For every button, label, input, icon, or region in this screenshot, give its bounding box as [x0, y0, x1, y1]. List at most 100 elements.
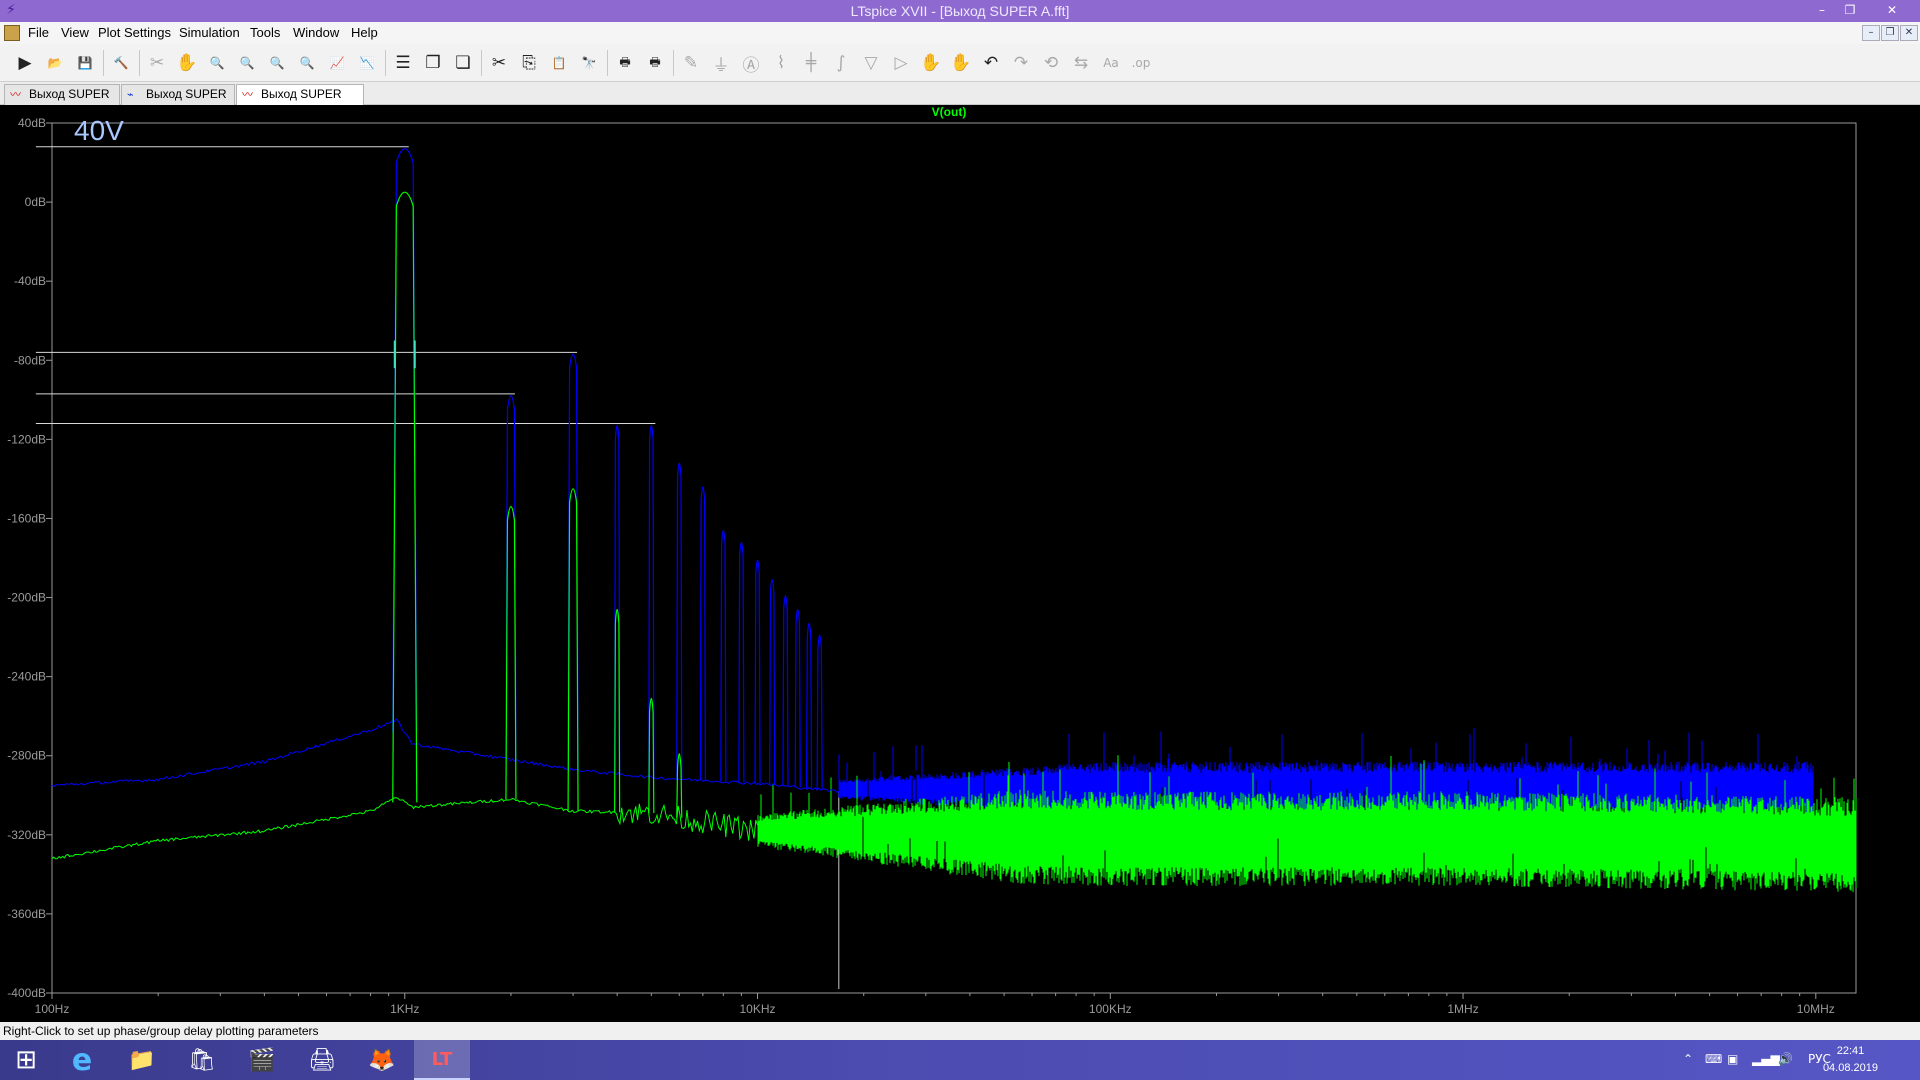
toolbar-separator	[673, 50, 674, 76]
autoscale-icon[interactable]: 📉	[354, 50, 380, 76]
redo-icon[interactable]: ↷	[1008, 50, 1034, 76]
tab-fft[interactable]: 〰 Выход SUPER A.fft	[236, 84, 364, 120]
y-tick-label: -40dB	[14, 274, 46, 288]
close-button[interactable]: ✕	[1872, 0, 1912, 20]
media-icon[interactable]: 🎬	[234, 1040, 290, 1080]
blue-harmonic-peak	[720, 529, 727, 782]
draw-wire-icon[interactable]: ✎	[678, 50, 704, 76]
minimize-button[interactable]: –	[1808, 0, 1836, 20]
y-tick-label: -360dB	[7, 907, 46, 921]
save-icon[interactable]: 💾	[72, 50, 98, 76]
waveform-icon: 〰	[242, 88, 253, 101]
toolbar-separator	[607, 50, 608, 76]
diode-icon[interactable]: ▽	[858, 50, 884, 76]
y-tick-label: 40dB	[18, 116, 46, 130]
menu-plot-settings[interactable]: Plot Settings	[98, 25, 171, 40]
copy-icon[interactable]: ⎘	[516, 50, 542, 76]
y-tick-label: -80dB	[14, 353, 46, 367]
volume-icon[interactable]: 🔊	[1778, 1052, 1793, 1066]
blue-harmonic-peak	[699, 486, 706, 781]
clock-date: 04.08.2019	[1822, 1062, 1878, 1074]
menu-help[interactable]: Help	[351, 25, 378, 40]
waveform-plot-pane[interactable]: 40dB 0dB -40dB -80dB -120dB -160dB -200dB -240d…	[0, 105, 1920, 1022]
paste-icon[interactable]: 📋	[546, 50, 572, 76]
mirror-icon[interactable]: ⇆	[1068, 50, 1094, 76]
print-icon[interactable]: 🖶	[612, 50, 638, 76]
undo-icon[interactable]: ↶	[978, 50, 1004, 76]
file-explorer-icon[interactable]: 📁	[114, 1040, 170, 1080]
tile-vertical-icon[interactable]: ❏	[450, 50, 476, 76]
cut-icon[interactable]: ✂	[486, 50, 512, 76]
rotate-icon[interactable]: ⟲	[1038, 50, 1064, 76]
x-tick-label: 100KHz	[1089, 1002, 1132, 1016]
clock[interactable]: 22:41 04.08.2019	[1823, 1043, 1878, 1077]
component-icon[interactable]: ▷	[888, 50, 914, 76]
autorange-icon[interactable]: 📈	[324, 50, 350, 76]
halt-icon[interactable]: ✂	[144, 50, 170, 76]
status-text: Right-Click to set up phase/group delay …	[3, 1024, 319, 1038]
windows-taskbar: ⊞ e 📁 🛍 🎬 🖨 🦊 LT ⌃ ⌨ ▣ ▂▄▆ 🔊 РУС 22:41 04.08.2…	[0, 1040, 1920, 1080]
menu-simulation[interactable]: Simulation	[179, 25, 240, 40]
spice-directive-icon[interactable]: .op	[1128, 50, 1154, 76]
x-tick-label: 1MHz	[1447, 1002, 1478, 1016]
zoom-out-icon[interactable]: 🔍	[264, 50, 290, 76]
y-tick-label: -160dB	[7, 511, 46, 525]
document-menu-icon[interactable]	[4, 25, 20, 41]
y-tick-label: -120dB	[7, 432, 46, 446]
blue-harmonic-peak	[816, 634, 823, 790]
zoom-area-icon[interactable]: 🔍	[234, 50, 260, 76]
menu-tools[interactable]: Tools	[250, 25, 280, 40]
blue-harmonic-peak	[676, 462, 683, 780]
ie-icon[interactable]: e	[54, 1040, 110, 1080]
cascade-icon[interactable]: ❐	[420, 50, 446, 76]
open-icon[interactable]: 📂	[42, 50, 68, 76]
x-tick-label: 10KHz	[740, 1002, 776, 1016]
tab-waveform-1[interactable]: 〰 Выход SUPER A	[4, 84, 120, 120]
zoom-in-icon[interactable]: 🔍	[204, 50, 230, 76]
menu-window[interactable]: Window	[293, 25, 339, 40]
text-icon[interactable]: Aa	[1098, 50, 1124, 76]
device-icon[interactable]: ▣	[1727, 1052, 1738, 1066]
menu-file[interactable]: File	[28, 25, 49, 40]
start-button[interactable]: ⊞	[0, 1040, 52, 1080]
blue-harmonic-peak	[754, 559, 761, 784]
mdi-restore-button[interactable]: ❐	[1881, 25, 1899, 41]
capacitor-icon[interactable]: ╪	[798, 50, 824, 76]
ground-icon[interactable]: ⏚	[708, 50, 734, 76]
toolbar-separator	[103, 50, 104, 76]
x-tick-label: 1KHz	[390, 1002, 419, 1016]
menu-bar: File View Plot Settings Simulation Tools…	[0, 22, 1920, 44]
toolbar: ▶ 📂 💾 🔨 ✂ ✋ 🔍 🔍 🔍 🔍 📈 📉 ☰ ❐ ❏ ✂ ⎘ 📋 🔭 🖶 🖶 ✎ ⏚ Ⓐ ⌇ ╪ ∫ ▽ ▷ ✋ ✋ ↶ ↷ ⟲ ⇆ Aa .op	[0, 44, 1920, 82]
run-icon[interactable]: ▶	[12, 50, 38, 76]
drag-icon[interactable]: ✋	[948, 50, 974, 76]
tab-schematic[interactable]: ⌁ Выход SUPER A	[121, 84, 235, 120]
restore-button[interactable]: ❐	[1836, 0, 1864, 20]
waveform-icon: 〰	[10, 88, 21, 101]
blue-harmonic-peak	[769, 579, 776, 785]
store-icon[interactable]: 🛍	[174, 1040, 230, 1080]
move-icon[interactable]: ✋	[918, 50, 944, 76]
mdi-minimize-button[interactable]: –	[1862, 25, 1880, 41]
tile-horizontal-icon[interactable]: ☰	[390, 50, 416, 76]
mdi-close-button[interactable]: ✕	[1900, 25, 1918, 41]
find-icon[interactable]: 🔭	[576, 50, 602, 76]
y-tick-label: -320dB	[7, 828, 46, 842]
fft-chart[interactable]: 40dB 0dB -40dB -80dB -120dB -160dB -200dB -240d…	[0, 105, 1920, 1022]
network-icon[interactable]: ▂▄▆	[1752, 1052, 1780, 1066]
print-preview-icon[interactable]: 🖶	[642, 50, 668, 76]
pan-icon[interactable]: ✋	[174, 50, 200, 76]
firefox-icon[interactable]: 🦊	[354, 1040, 410, 1080]
label-net-icon[interactable]: Ⓐ	[738, 50, 764, 76]
ltspice-icon[interactable]: LT	[414, 1040, 470, 1080]
menu-view[interactable]: View	[61, 25, 89, 40]
inductor-icon[interactable]: ∫	[828, 50, 854, 76]
status-bar: Right-Click to set up phase/group delay …	[0, 1022, 1920, 1040]
zoom-fit-icon[interactable]: 🔍	[294, 50, 320, 76]
tray-chevron-icon[interactable]: ⌃	[1683, 1052, 1693, 1066]
green-harmonic-peak	[392, 191, 418, 803]
resistor-icon[interactable]: ⌇	[768, 50, 794, 76]
y-tick-label: -400dB	[7, 986, 46, 1000]
scanner-icon[interactable]: 🖨	[294, 1040, 350, 1080]
control-panel-icon[interactable]: 🔨	[108, 50, 134, 76]
keyboard-icon[interactable]: ⌨	[1705, 1052, 1722, 1066]
